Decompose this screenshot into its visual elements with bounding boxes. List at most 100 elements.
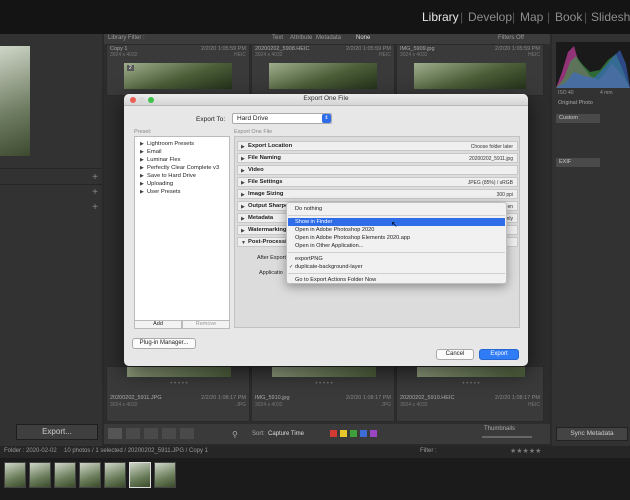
- module-bar: Library | Develop | Map | Book | Slidesh…: [0, 0, 630, 34]
- survey-view-icon[interactable]: [162, 428, 176, 439]
- menu-item-open-elements[interactable]: Open in Adobe Photoshop Elements 2020.ap…: [288, 234, 505, 242]
- grid-cell[interactable]: • • • • • 20200202_5911.JPG 2/2/20 1:08:…: [106, 366, 250, 422]
- disclosure-triangle-icon[interactable]: ▶: [140, 173, 147, 179]
- disclosure-triangle-icon[interactable]: ▶: [140, 181, 147, 187]
- saved-preset-select[interactable]: Custom: [556, 114, 600, 123]
- filmstrip-thumbnail[interactable]: [79, 462, 101, 488]
- disclosure-triangle-icon[interactable]: ▶: [241, 180, 245, 186]
- grid-cell[interactable]: • • • • • IMG_5910.jpg 2/2/20 1:08:17 PM…: [251, 366, 395, 422]
- menu-item-duplicate-background-layer[interactable]: ✓ duplicate-background-layer: [288, 263, 505, 271]
- module-slideshow[interactable]: Slideshow: [591, 10, 630, 24]
- preset-folder[interactable]: ▶ Uploading: [140, 181, 173, 187]
- preset-folder[interactable]: ▶ User Presets: [140, 189, 181, 195]
- plus-icon[interactable]: +: [92, 187, 98, 198]
- module-map[interactable]: Map: [520, 10, 543, 24]
- grid-view-icon[interactable]: [108, 428, 122, 439]
- disclosure-triangle-icon[interactable]: ▶: [241, 228, 245, 234]
- disclosure-triangle-icon[interactable]: ▶: [140, 141, 147, 147]
- disclosure-triangle-icon[interactable]: ▶: [241, 144, 245, 150]
- preset-folder[interactable]: ▶ Perfectly Clear Complete v3: [140, 165, 219, 171]
- disclosure-triangle-icon[interactable]: ▶: [140, 149, 147, 155]
- photo-thumbnail[interactable]: [127, 367, 231, 377]
- compare-view-icon[interactable]: [144, 428, 158, 439]
- filmstrip-thumbnail[interactable]: [104, 462, 126, 488]
- export-confirm-button[interactable]: Export: [479, 349, 519, 360]
- photo-thumbnail[interactable]: [269, 63, 377, 89]
- loupe-view-icon[interactable]: [126, 428, 140, 439]
- sort-select[interactable]: Capture Time: [268, 431, 304, 437]
- filter-text[interactable]: Text: [272, 35, 283, 41]
- section-image-sizing[interactable]: ▶ Image Sizing 300 ppi: [237, 189, 518, 199]
- spray-can-icon[interactable]: ⚲: [232, 430, 238, 439]
- menu-item-open-other[interactable]: Open in Other Application...: [288, 242, 505, 250]
- grid-cell[interactable]: Copy 1 2/2/20 1:05:59 PM 3024 x 4032 HEI…: [106, 44, 250, 96]
- menu-item-export-png[interactable]: exportPNG: [288, 255, 505, 263]
- plus-icon[interactable]: +: [92, 202, 98, 213]
- disclosure-triangle-icon[interactable]: ▶: [241, 192, 245, 198]
- preset-folder[interactable]: ▶ Save to Hard Drive: [140, 173, 196, 179]
- module-develop[interactable]: Develop: [468, 10, 512, 24]
- module-book[interactable]: Book: [555, 10, 582, 24]
- section-video[interactable]: ▶ Video: [237, 165, 518, 175]
- dots-icon: • • • • •: [170, 381, 188, 387]
- section-file-naming[interactable]: ▶ File Naming 20200202_5911.jpg: [237, 153, 518, 163]
- label-color-yellow[interactable]: [340, 430, 347, 437]
- application-label: Applicatio: [259, 270, 283, 276]
- menu-item-go-to-export-actions[interactable]: Go to Export Actions Folder Now: [288, 276, 505, 284]
- people-view-icon[interactable]: [180, 428, 194, 439]
- filmstrip-thumbnail[interactable]: [4, 462, 26, 488]
- grid-cell[interactable]: 20200202_5908.HEIC 2/2/20 1:05:59 PM 302…: [251, 44, 395, 96]
- cancel-button[interactable]: Cancel: [436, 349, 474, 360]
- add-preset-button[interactable]: Add: [134, 320, 182, 329]
- label-color-blue[interactable]: [360, 430, 367, 437]
- sync-metadata-button[interactable]: Sync Metadata: [556, 427, 628, 441]
- plus-icon[interactable]: +: [92, 172, 98, 183]
- filmstrip-thumbnail-selected[interactable]: [129, 462, 151, 488]
- disclosure-triangle-icon[interactable]: ▶: [241, 168, 245, 174]
- module-separator: |: [584, 10, 588, 24]
- photo-thumbnail[interactable]: [272, 367, 376, 377]
- module-library[interactable]: Library: [422, 10, 459, 24]
- filter-none[interactable]: None: [356, 35, 370, 41]
- label-color-purple[interactable]: [370, 430, 377, 437]
- filmstrip-thumbnail[interactable]: [54, 462, 76, 488]
- folder-path[interactable]: Folder : 2020-02-02: [4, 448, 57, 454]
- original-photo-toggle[interactable]: Original Photo: [558, 100, 593, 106]
- export-button[interactable]: Export...: [16, 424, 98, 440]
- export-to-select[interactable]: Hard Drive ⇕: [232, 113, 332, 124]
- menu-item-do-nothing[interactable]: Do nothing: [288, 205, 505, 213]
- menu-separator: [288, 273, 505, 274]
- grid-cell[interactable]: • • • • • 20200202_5910.HEIC 2/2/20 1:08…: [396, 366, 544, 422]
- navigator-preview[interactable]: [0, 46, 30, 156]
- filmstrip-thumbnail[interactable]: [154, 462, 176, 488]
- preset-folder[interactable]: ▶ Email: [140, 149, 162, 155]
- thumbnail-size-slider[interactable]: [482, 436, 532, 438]
- rating-filter-stars[interactable]: ★★★★★: [510, 447, 541, 455]
- section-export-location[interactable]: ▶ Export Location Choose folder later: [237, 141, 518, 151]
- filters-off[interactable]: Filters Off: [498, 35, 524, 41]
- pointer-cursor-icon: ↖: [391, 220, 398, 229]
- disclosure-triangle-icon[interactable]: ▶: [241, 216, 245, 222]
- grid-cell[interactable]: IMG_5909.jpg 2/2/20 1:05:59 PM 3024 x 40…: [396, 44, 544, 96]
- disclosure-triangle-icon[interactable]: ▶: [140, 165, 147, 171]
- disclosure-triangle-icon[interactable]: ▶: [140, 189, 147, 195]
- filmstrip-thumbnail[interactable]: [29, 462, 51, 488]
- photo-thumbnail[interactable]: [417, 367, 525, 377]
- cell-dims: 3024 x 4032: [400, 402, 428, 408]
- disclosure-triangle-icon[interactable]: ▼: [241, 240, 246, 246]
- filter-attribute[interactable]: Attribute: [290, 35, 312, 41]
- disclosure-triangle-icon[interactable]: ▶: [241, 156, 245, 162]
- preset-folder[interactable]: ▶ Luminar Flex: [140, 157, 181, 163]
- photo-thumbnail[interactable]: [414, 63, 526, 89]
- photo-thumbnail[interactable]: [124, 63, 232, 89]
- plugin-manager-button[interactable]: Plug-in Manager...: [132, 338, 196, 349]
- disclosure-triangle-icon[interactable]: ▶: [241, 204, 245, 210]
- remove-preset-button[interactable]: Remove: [182, 320, 230, 329]
- label-color-red[interactable]: [330, 430, 337, 437]
- disclosure-triangle-icon[interactable]: ▶: [140, 157, 147, 163]
- label-color-green[interactable]: [350, 430, 357, 437]
- filter-metadata[interactable]: Metadata: [316, 35, 341, 41]
- preset-folder[interactable]: ▶ Lightroom Presets: [140, 141, 194, 147]
- metadata-set-select[interactable]: EXIF: [556, 158, 600, 167]
- section-file-settings[interactable]: ▶ File Settings JPEG (85%) / sRGB: [237, 177, 518, 187]
